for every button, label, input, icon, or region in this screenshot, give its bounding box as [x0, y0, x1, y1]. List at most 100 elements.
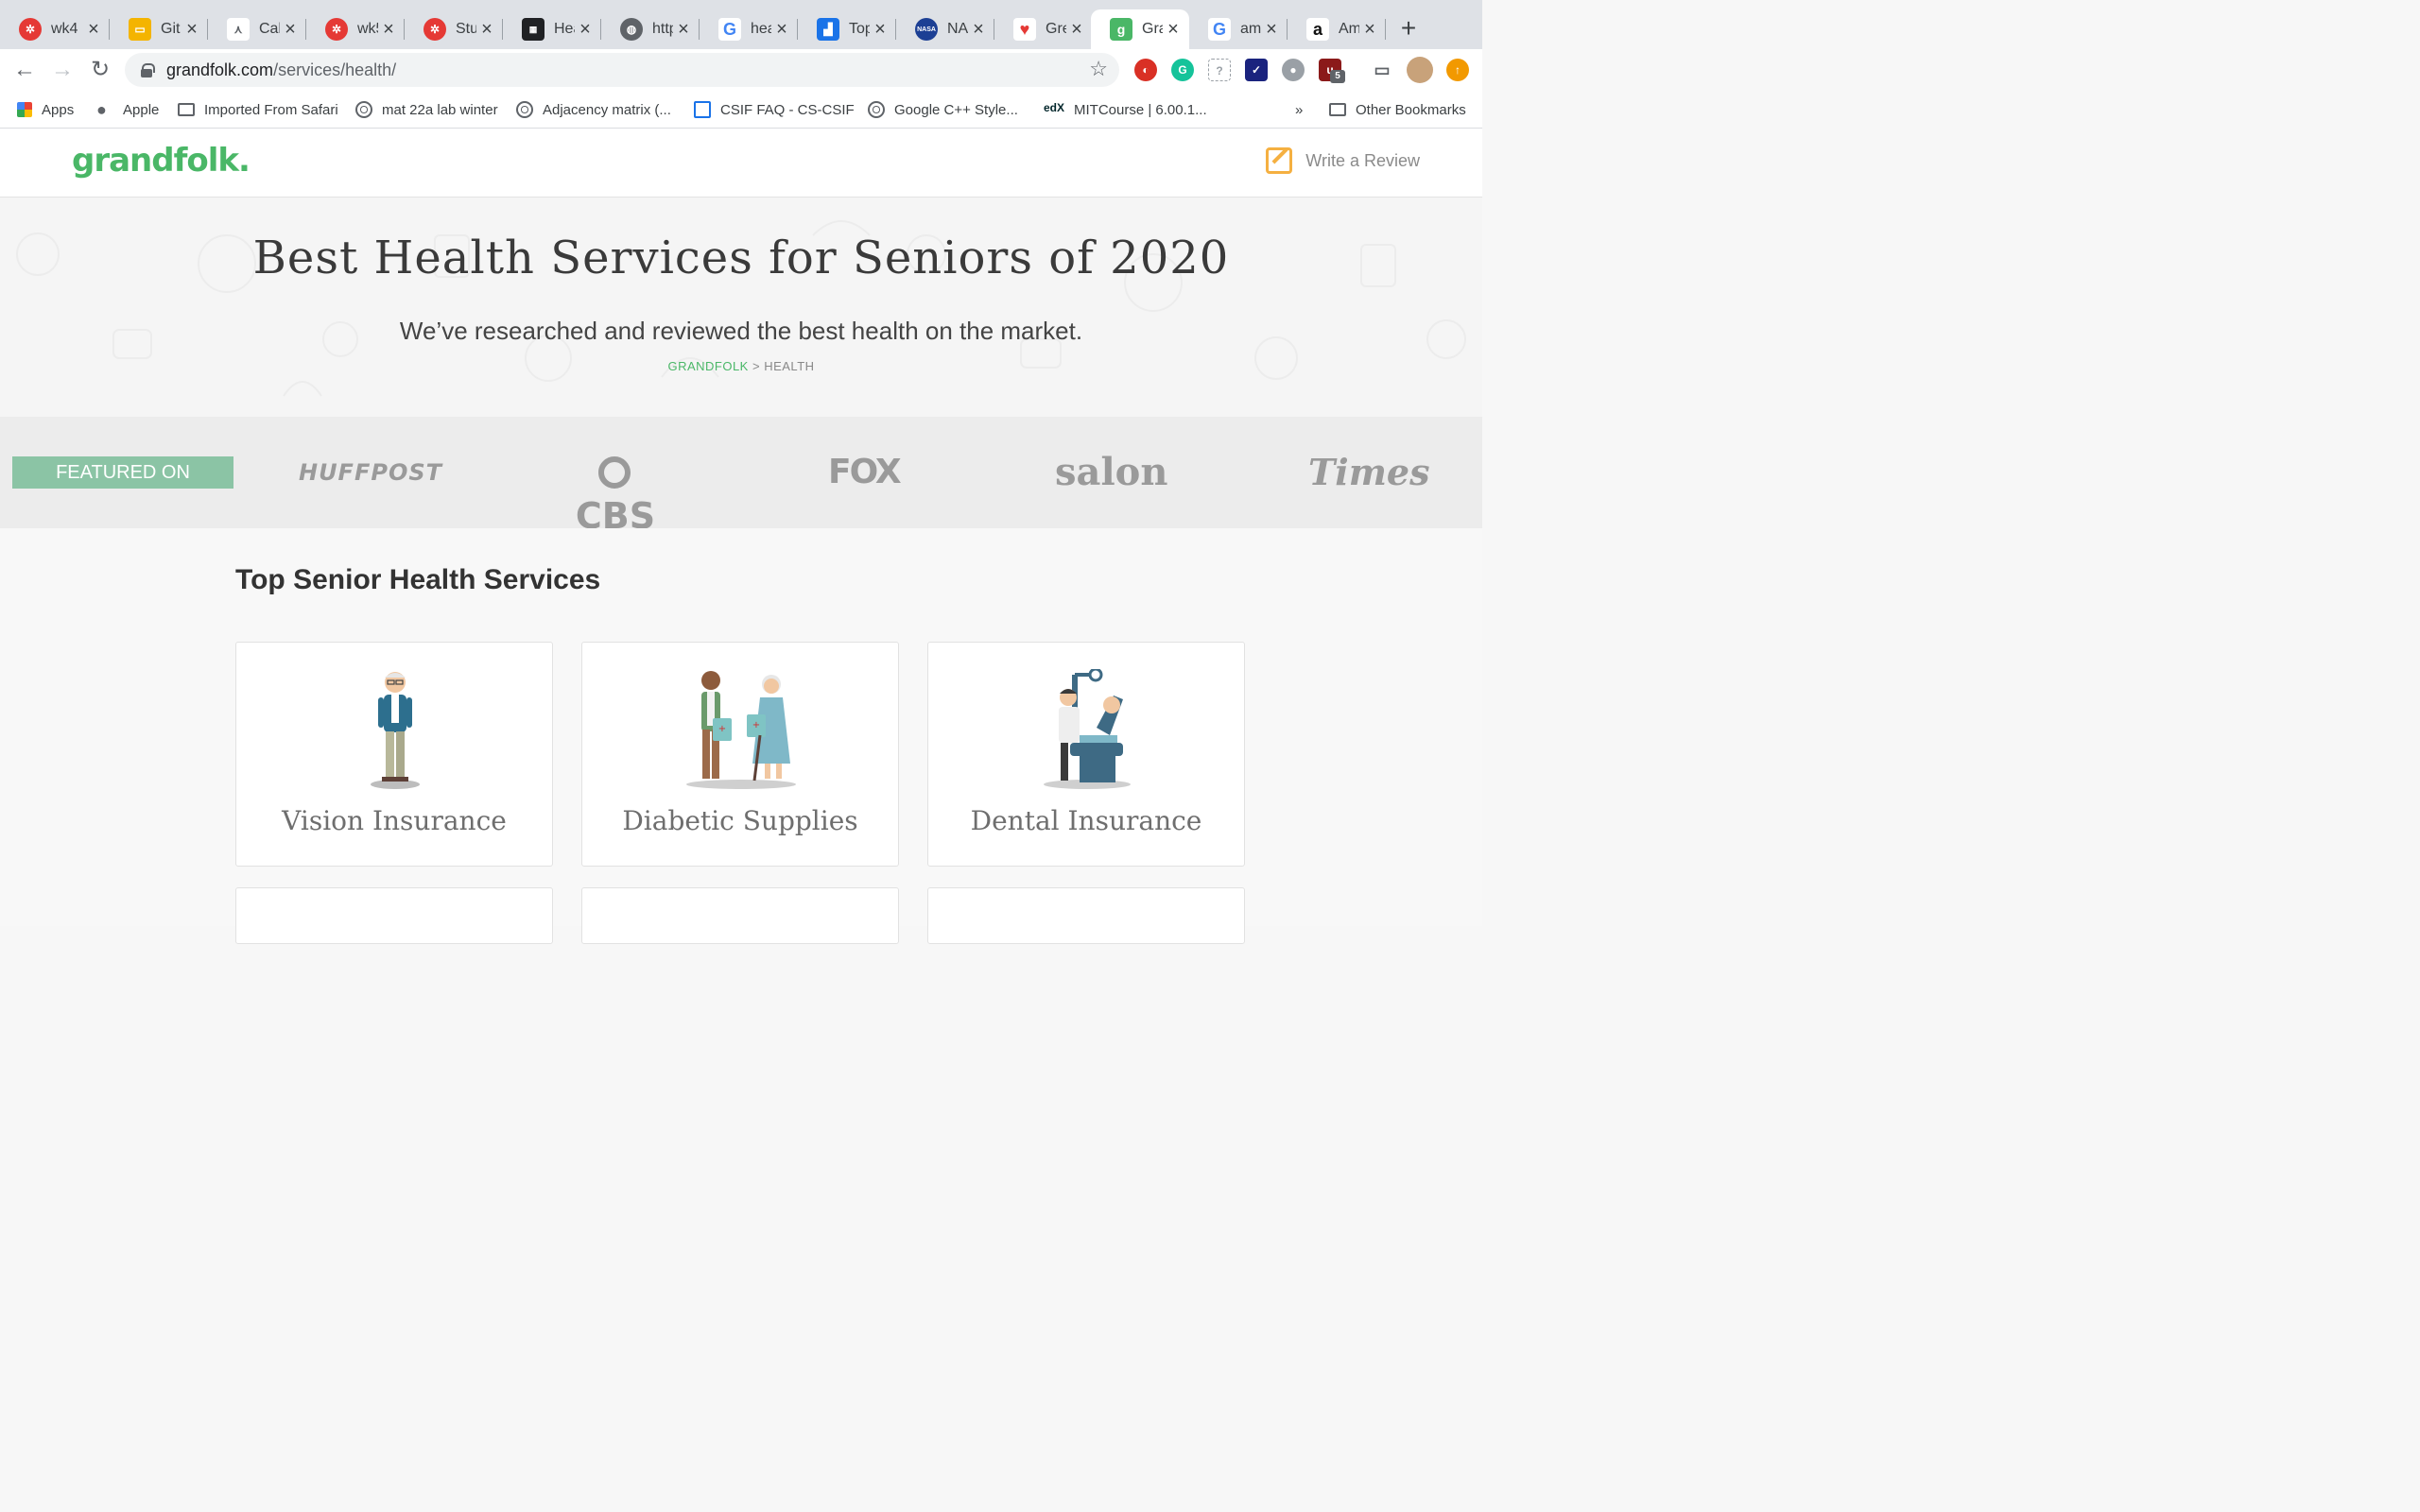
tab[interactable]: aAma×: [1288, 9, 1386, 49]
nasa-icon: NASA: [915, 18, 938, 41]
close-icon[interactable]: ×: [968, 19, 989, 41]
dentist-chair-icon: [1044, 669, 1131, 789]
service-card[interactable]: [927, 887, 1245, 944]
bookmark-item[interactable]: edX MITCourse | 6.00.1...: [1044, 98, 1207, 121]
forward-arrow-icon[interactable]: →: [47, 55, 78, 85]
globe-icon: [355, 101, 372, 118]
cast-icon[interactable]: ▭: [1371, 59, 1393, 81]
tab[interactable]: ✲wk5×: [306, 9, 405, 49]
tab[interactable]: ▟ Top ×: [798, 9, 896, 49]
featured-on-badge: FEATURED ON: [12, 456, 233, 489]
close-icon[interactable]: ×: [1261, 19, 1282, 41]
close-icon[interactable]: ×: [83, 19, 104, 41]
close-icon[interactable]: ×: [575, 19, 596, 41]
close-icon[interactable]: ×: [673, 19, 694, 41]
grandfolk-icon: g: [1110, 18, 1132, 41]
service-card[interactable]: [581, 887, 899, 944]
chart-icon: ▟: [817, 18, 839, 41]
ublock-badge: 5: [1330, 70, 1345, 83]
tab-active[interactable]: gGra×: [1091, 9, 1189, 49]
bookmarks-bar: Apps ● Apple Imported From Safari mat 22a…: [0, 91, 1482, 129]
globe-icon: ◍: [620, 18, 643, 41]
bookmark-folder[interactable]: Imported From Safari: [178, 98, 338, 121]
back-arrow-icon[interactable]: ←: [9, 55, 40, 85]
page-subtitle: We’ve researched and reviewed the best h…: [399, 317, 1083, 345]
senior-man-glasses-icon: [371, 672, 420, 789]
heart-icon: ♥: [1013, 18, 1036, 41]
tab[interactable]: ⋏Call×: [208, 9, 306, 49]
google-icon: G: [1208, 18, 1231, 41]
service-card-vision-insurance[interactable]: Vision Insurance: [235, 642, 553, 867]
close-icon[interactable]: ×: [771, 19, 792, 41]
avatar[interactable]: [1407, 57, 1433, 83]
asterisk-icon: ✲: [325, 18, 348, 41]
extension-icon[interactable]: ●: [1282, 59, 1305, 81]
tab[interactable]: Gheal×: [700, 9, 798, 49]
service-card-diabetic-supplies[interactable]: + + Diabetic Supplies: [581, 642, 899, 867]
bookmark-apps[interactable]: Apps: [17, 98, 74, 121]
tab[interactable]: ✲ wk4 ×: [0, 9, 110, 49]
url-path: /services/health/: [273, 60, 397, 79]
tab[interactable]: Gama×: [1189, 9, 1288, 49]
fox-logo: FOX: [828, 453, 902, 491]
tab[interactable]: ✲Stud×: [405, 9, 503, 49]
hero: Best Health Services for Seniors of 2020…: [0, 198, 1482, 417]
callgraph-icon: ⋏: [227, 18, 250, 41]
new-tab-button[interactable]: +: [1395, 13, 1422, 43]
folder-icon: [1329, 103, 1346, 116]
breadcrumb: GRANDFOLK > HEALTH: [667, 359, 815, 373]
close-icon[interactable]: ×: [1359, 19, 1380, 41]
bookmark-star-icon[interactable]: ☆: [1089, 57, 1108, 81]
url-domain: grandfolk.com: [166, 60, 274, 79]
huffpost-logo: HUFFPOST: [298, 459, 442, 486]
tab[interactable]: ◍http×: [601, 9, 700, 49]
breadcrumb-home[interactable]: GRANDFOLK: [667, 359, 748, 373]
close-icon[interactable]: ×: [182, 19, 202, 41]
apple-icon: ●: [96, 100, 107, 119]
globe-icon: [516, 101, 533, 118]
grammarly-icon[interactable]: G: [1171, 59, 1194, 81]
close-icon[interactable]: ×: [378, 19, 399, 41]
svg-text:+: +: [718, 724, 726, 734]
apps-icon: [17, 102, 32, 117]
bookmark-item[interactable]: Google C++ Style...: [868, 98, 1018, 121]
slides-icon: ▭: [129, 18, 151, 41]
write-review-link[interactable]: Write a Review: [1266, 147, 1420, 174]
service-card-label: Vision Insurance: [282, 805, 507, 836]
service-card-label: Diabetic Supplies: [622, 805, 858, 836]
bookmark-apple[interactable]: ● Apple: [96, 98, 159, 121]
reload-icon[interactable]: ↻: [85, 55, 115, 85]
close-icon[interactable]: ×: [280, 19, 301, 41]
address-bar[interactable]: grandfolk.com/services/health/ ☆: [125, 53, 1119, 87]
tab[interactable]: ♥Gre×: [994, 9, 1093, 49]
extension-icon[interactable]: ✓: [1245, 59, 1268, 81]
extension-icon[interactable]: ◐: [1134, 59, 1157, 81]
update-icon[interactable]: ↑: [1446, 59, 1469, 81]
grandfolk-logo[interactable]: grandfolk.: [72, 142, 251, 180]
tab[interactable]: ▦Hea×: [503, 9, 601, 49]
ublock-icon[interactable]: u5: [1319, 59, 1345, 83]
breadcrumb-current: HEALTH: [764, 359, 815, 373]
edit-icon: [1266, 147, 1293, 174]
tab[interactable]: NASANAS×: [896, 9, 994, 49]
service-card-dental-insurance[interactable]: Dental Insurance: [927, 642, 1245, 867]
other-bookmarks[interactable]: Other Bookmarks: [1329, 98, 1466, 121]
background-pattern: [16, 220, 1466, 397]
bookmarks-overflow[interactable]: »: [1295, 98, 1303, 121]
close-icon[interactable]: ×: [1066, 19, 1087, 41]
google-icon: G: [718, 18, 741, 41]
tab-strip: ✲wk4× ▭Git a× ⋏Call× ✲wk5× ✲Stud× ▦Hea× …: [0, 0, 1482, 49]
bookmark-item[interactable]: Adjacency matrix (...: [516, 98, 671, 121]
amazon-icon: a: [1306, 18, 1329, 41]
bookmark-item[interactable]: mat 22a lab winter: [355, 98, 498, 121]
service-card[interactable]: [235, 887, 553, 944]
close-icon[interactable]: ×: [870, 19, 890, 41]
close-icon[interactable]: ×: [476, 19, 497, 41]
bookmark-item[interactable]: CSIF FAQ - CS-CSIF: [694, 98, 855, 121]
tab[interactable]: ▭Git a×: [110, 9, 208, 49]
extension-icon[interactable]: ?: [1208, 59, 1231, 81]
times-logo: Times: [1308, 451, 1430, 493]
page-icon: [694, 101, 711, 118]
folder-icon: [178, 103, 195, 116]
close-icon[interactable]: ×: [1163, 19, 1184, 41]
